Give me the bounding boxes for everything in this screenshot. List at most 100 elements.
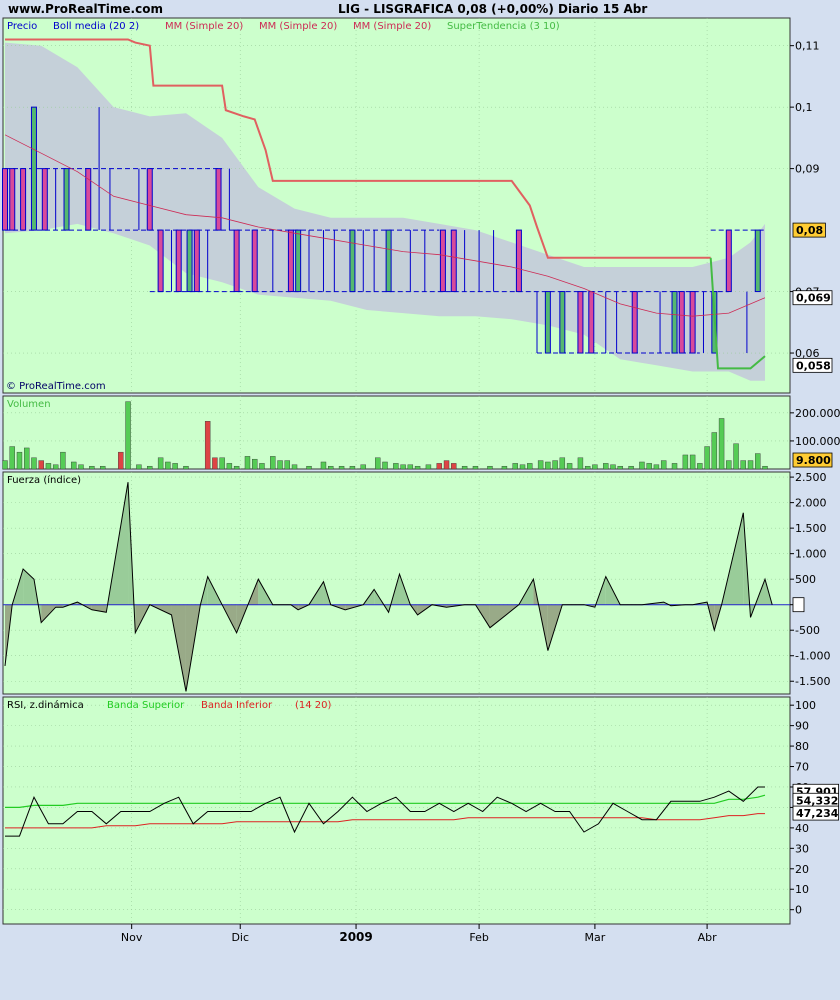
volume-bar <box>733 443 739 470</box>
volume-bar <box>545 461 551 470</box>
legend-entry: Boll media (20 2) <box>53 21 139 32</box>
volume-bar <box>38 460 44 470</box>
y-tick-label: 20 <box>795 863 809 876</box>
y-tick-label: 0 <box>795 904 802 917</box>
legend-entry: Fuerza (índice) <box>7 474 81 486</box>
volume-bar <box>204 421 211 470</box>
volume-bar <box>537 460 544 470</box>
volume-bar <box>165 461 171 470</box>
legend-entry: Precio <box>7 21 37 32</box>
volume-bar <box>100 465 106 470</box>
value-marker-label: 54,332 <box>796 794 838 807</box>
volume-bar <box>566 463 573 470</box>
volume-bar <box>320 461 327 470</box>
price-candle <box>63 168 70 231</box>
volume-bar <box>31 457 37 470</box>
volume-bar <box>671 463 678 470</box>
volume-bar <box>219 457 225 470</box>
legend-entry: RSI, z.dinámica <box>7 699 84 711</box>
y-tick-label: 70 <box>795 761 809 774</box>
volume-bar <box>16 451 23 470</box>
volume-bar <box>711 432 718 470</box>
value-marker-label: 9.800 <box>796 454 831 467</box>
price-candle <box>349 229 356 293</box>
volume-bar <box>349 465 356 470</box>
volume-bar <box>407 464 414 470</box>
volume-bar <box>9 446 15 470</box>
volume-bar <box>610 464 616 470</box>
price-candle <box>186 229 193 293</box>
x-tick-label: Nov <box>121 931 143 944</box>
price-candle <box>450 229 457 293</box>
y-tick-label: 200.000 <box>795 407 840 420</box>
volume-bar <box>125 401 131 470</box>
volume-bar <box>718 418 725 470</box>
volume-bar <box>118 451 124 470</box>
volume-bar <box>472 465 479 470</box>
y-tick-label: 1.000 <box>795 548 827 561</box>
volume-bar <box>338 465 345 470</box>
y-tick-label: 100 <box>795 699 816 712</box>
legend-entry: MM (Simple 20) <box>259 21 337 32</box>
volume-bar <box>306 465 312 470</box>
volume-bar <box>45 463 52 470</box>
volume-bar <box>277 460 283 470</box>
volume-bar <box>147 465 153 470</box>
volume-bar <box>382 461 388 470</box>
volume-bar <box>519 464 526 470</box>
price-candle <box>725 229 732 293</box>
price-candle <box>287 229 294 293</box>
volume-bar <box>375 457 381 470</box>
price-candle <box>559 291 566 354</box>
x-tick-label: Dic <box>231 931 249 944</box>
x-axis: Nov Dic 2009 Feb Mar Abr <box>121 924 717 944</box>
value-marker <box>792 597 805 613</box>
x-tick-label: Feb <box>469 931 488 944</box>
price-candle <box>2 168 8 231</box>
volume-bar <box>284 460 290 470</box>
volume-bar <box>252 458 258 470</box>
volume-bar <box>628 465 634 470</box>
price-candle <box>9 168 16 231</box>
volume-bar <box>60 451 66 470</box>
volume-bar <box>400 464 406 470</box>
y-tick-label: 100.000 <box>795 435 840 448</box>
volume-bar <box>755 453 761 470</box>
volume-bar <box>425 464 432 470</box>
watermark: © ProRealTime.com <box>6 381 106 392</box>
volume-bar <box>559 457 566 470</box>
y-tick-label: 80 <box>795 740 809 753</box>
price-candle <box>577 291 584 354</box>
volume-bar <box>360 464 366 470</box>
value-marker-label: 47,234 <box>796 807 839 820</box>
volume-bar <box>244 456 251 470</box>
volume-bar <box>328 465 334 470</box>
legend-entry: Banda Superior <box>107 700 185 711</box>
fuerza-panel: 2.5002.0001.5001.0005000-500-1.000-1.500… <box>2 471 830 695</box>
volume-bar <box>747 460 754 470</box>
legend-entry: Volumen <box>7 399 51 410</box>
legend-entry: MM (Simple 20) <box>353 21 431 32</box>
price-candle <box>157 229 164 293</box>
price-candle <box>233 229 240 293</box>
volume-bar <box>527 463 533 470</box>
volume-bar <box>617 465 623 470</box>
volume-bar <box>592 464 598 470</box>
price-candle <box>631 291 638 354</box>
volume-bar <box>78 464 84 470</box>
volume-bar <box>24 447 30 470</box>
y-tick-label: 2.500 <box>795 471 827 484</box>
price-candle <box>41 168 48 231</box>
volume-bar <box>259 463 265 470</box>
y-tick-label: 10 <box>795 883 809 896</box>
y-tick-label: 1.500 <box>795 522 827 535</box>
y-tick-label: 500 <box>795 573 816 586</box>
value-marker-label: 0,058 <box>796 359 831 372</box>
price-candle <box>251 229 258 293</box>
price-candle <box>193 229 200 293</box>
volume-bar <box>501 465 508 470</box>
price-candle <box>689 291 696 354</box>
volume-bar <box>487 465 493 470</box>
y-tick-label: 0,09 <box>795 163 820 176</box>
volume-bar <box>233 465 240 470</box>
